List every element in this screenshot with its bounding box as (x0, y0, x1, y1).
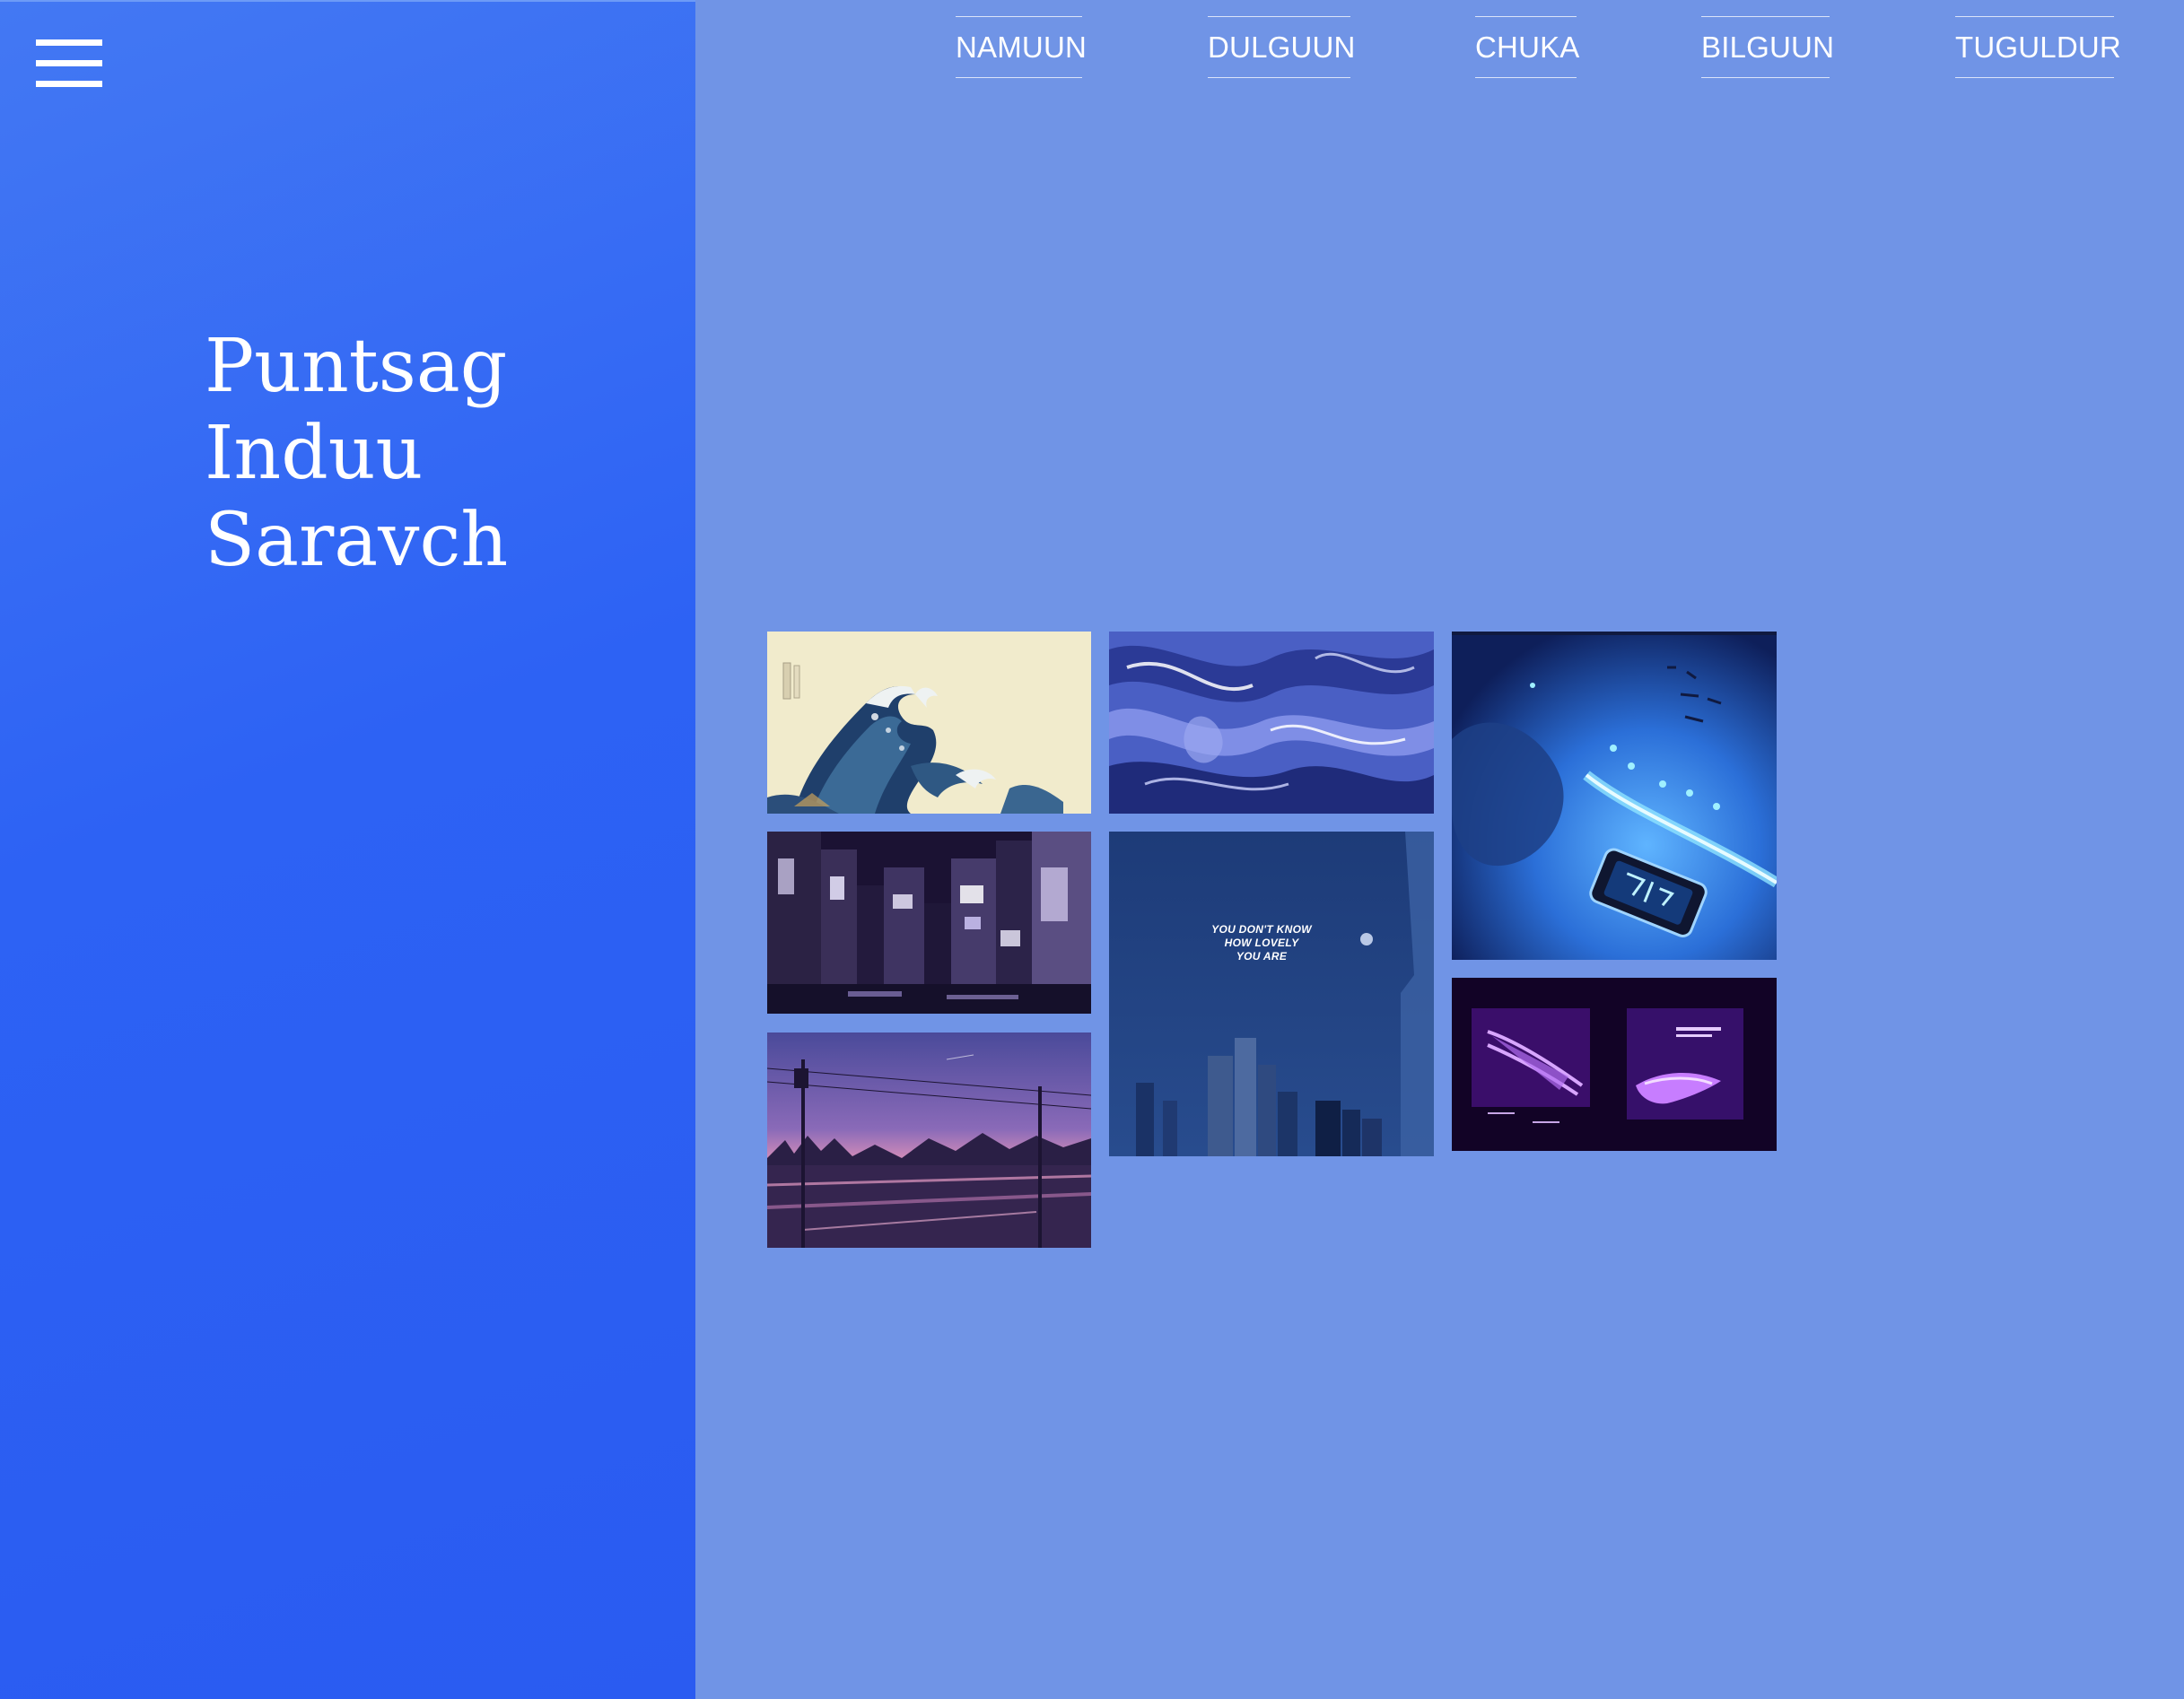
lovely-quote-line-3: YOU ARE (1236, 950, 1288, 963)
gallery-image-neon-phone[interactable] (1452, 632, 1777, 960)
nav-link-dulguun[interactable]: DULGUUN (1208, 16, 1355, 78)
lovely-quote-text: YOU DON'T KNOW HOW LOVELY YOU ARE (1109, 923, 1414, 963)
top-nav: NAMUUN DULGUUN CHUKA BILGUUN TUGULDUR (0, 16, 2184, 79)
nav-link-chuka[interactable]: CHUKA (1475, 16, 1579, 78)
lovely-quote-line-1: YOU DON'T KNOW (1211, 923, 1312, 936)
gallery-image-blue-swirl[interactable] (1109, 632, 1434, 814)
site-title-line-2: Induu (205, 411, 424, 496)
site-title-line-1: Puntsag (205, 324, 508, 409)
gallery-image-night-city[interactable] (767, 832, 1091, 1014)
nav-link-namuun[interactable]: NAMUUN (956, 16, 1087, 78)
gallery-image-neon-hands[interactable] (1452, 978, 1777, 1151)
lovely-quote-line-2: HOW LOVELY (1224, 937, 1299, 949)
gallery-image-great-wave[interactable] (767, 632, 1091, 814)
nav-link-tuguldur[interactable]: TUGULDUR (1955, 16, 2121, 78)
gallery-image-lovely-skyline[interactable]: YOU DON'T KNOW HOW LOVELY YOU ARE (1109, 832, 1434, 1156)
hamburger-bar (36, 81, 102, 87)
site-title-line-3: Saravch (205, 498, 509, 583)
sidebar: Puntsag Induu Saravch (0, 0, 695, 1699)
gallery-image-purple-street[interactable] (767, 1032, 1091, 1248)
site-title: Puntsag Induu Saravch (205, 323, 508, 584)
nav-link-bilguun[interactable]: BILGUUN (1701, 16, 1834, 78)
